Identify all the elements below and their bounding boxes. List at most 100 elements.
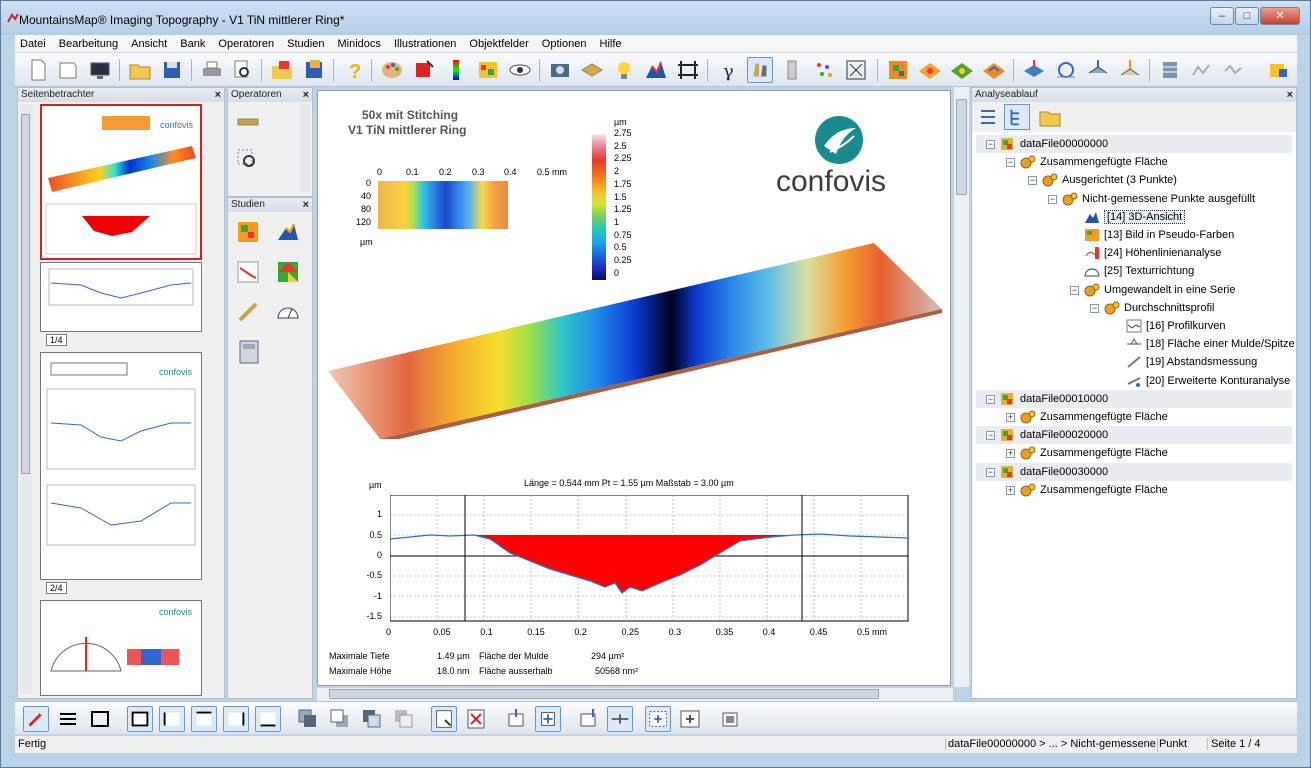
pen-icon[interactable] [23, 706, 49, 732]
help-icon[interactable]: ? [341, 57, 367, 83]
open-file-icon[interactable] [127, 57, 153, 83]
eye-icon[interactable] [507, 57, 533, 83]
particles-icon[interactable] [811, 57, 837, 83]
page-thumbnail-1b[interactable] [40, 262, 202, 332]
load-study-icon[interactable] [269, 57, 295, 83]
extract-area-icon[interactable] [675, 57, 701, 83]
expand-toggle[interactable]: − [1048, 194, 1057, 204]
marker-icon[interactable] [411, 57, 437, 83]
gamma-icon[interactable]: γ [715, 57, 741, 83]
expand-toggle[interactable]: + [1006, 449, 1015, 459]
scroll-thumb[interactable] [329, 689, 879, 699]
align-icon-b[interactable] [535, 706, 561, 732]
study-3d-icon-a[interactable] [917, 57, 943, 83]
surface-view-icon[interactable] [747, 57, 773, 83]
layer-icon[interactable] [579, 57, 605, 83]
expand-toggle[interactable]: − [986, 467, 995, 477]
save-icon[interactable] [159, 57, 185, 83]
align-icon-a[interactable] [503, 706, 529, 732]
lightbulb-icon[interactable] [611, 57, 637, 83]
page-thumbnail-3[interactable]: confovis [40, 600, 202, 696]
send-backward-icon[interactable] [391, 706, 417, 732]
new-document-icon[interactable] [25, 57, 51, 83]
monitor-icon[interactable] [87, 57, 113, 83]
menu-bearbeitung[interactable]: Bearbeitung [54, 35, 123, 53]
tree-node[interactable]: Ausgerichtet (3 Punkte) [1042, 172, 1177, 189]
pseudo-color-icon[interactable] [475, 57, 501, 83]
align-icon-c[interactable] [575, 706, 601, 732]
tree-node[interactable]: Umgewandelt in eine Serie [1084, 282, 1235, 299]
menu-bank[interactable]: Bank [175, 35, 210, 53]
tree-node[interactable]: [16] Profilkurven [1126, 318, 1225, 335]
palette-icon[interactable] [379, 57, 405, 83]
close-icon[interactable]: × [303, 198, 309, 212]
profile-tool-icon-a[interactable] [1189, 57, 1215, 83]
frame-icon[interactable] [87, 706, 113, 732]
menu-operatoren[interactable]: Operatoren [213, 35, 279, 53]
print-preview-icon[interactable] [229, 57, 255, 83]
page-thumbnail-1a[interactable]: confovis [40, 104, 202, 260]
study-3d-icon-c[interactable] [981, 57, 1007, 83]
grid-icon-a[interactable] [645, 706, 671, 732]
level-operator-icon[interactable] [236, 110, 260, 134]
new-page-icon[interactable] [55, 57, 81, 83]
bring-front-icon[interactable] [295, 706, 321, 732]
menu-datei[interactable]: Datei [15, 35, 51, 53]
expand-toggle[interactable]: − [1006, 158, 1015, 168]
profile-tool-icon-b[interactable] [1221, 57, 1247, 83]
border-top-icon[interactable] [191, 706, 217, 732]
tree-node[interactable]: [18] Fläche einer Mulde/Spitze [1126, 336, 1295, 353]
study-3d-icon-b[interactable] [949, 57, 975, 83]
tree-node[interactable]: [25] Texturrichtung [1084, 263, 1194, 280]
operators-scrollbar[interactable] [300, 104, 310, 192]
border-bottom-icon[interactable] [255, 706, 281, 732]
expand-toggle[interactable]: − [986, 431, 995, 441]
tree-node[interactable]: dataFile00010000 [1000, 391, 1108, 408]
zoom-operator-icon[interactable] [236, 148, 260, 172]
expand-toggle[interactable]: + [1006, 413, 1015, 422]
border-left-icon[interactable] [159, 706, 185, 732]
3d-view-study-icon[interactable] [276, 220, 300, 244]
menu-minidocs[interactable]: Minidocs [333, 35, 386, 53]
tree-node[interactable]: [19] Abstandsmessung [1126, 354, 1257, 371]
expand-toggle[interactable]: − [986, 394, 995, 404]
rotate-icon[interactable] [1053, 57, 1079, 83]
expand-toggle[interactable]: − [1090, 303, 1099, 313]
tree-node[interactable]: Zusammengefügte Fläche [1020, 482, 1168, 499]
study-color-map-icon[interactable] [885, 57, 911, 83]
send-back-icon[interactable] [327, 706, 353, 732]
level-icon[interactable] [1021, 57, 1047, 83]
border-right-icon[interactable] [223, 706, 249, 732]
expand-toggle[interactable]: − [1070, 285, 1079, 295]
document-vertical-scrollbar[interactable] [953, 87, 969, 687]
tree-node[interactable]: Durchschnittsprofil [1104, 300, 1214, 317]
menu-ansicht[interactable]: Ansicht [126, 35, 172, 53]
export-icon[interactable] [301, 57, 327, 83]
tree-node[interactable]: Nicht-gemessene Punkte ausgefüllt [1062, 191, 1255, 208]
camera-icon[interactable] [547, 57, 573, 83]
tree-node[interactable]: Zusammengefügte Fläche [1020, 154, 1168, 171]
minimize-button[interactable]: – [1210, 7, 1234, 25]
column-icon[interactable] [779, 57, 805, 83]
page-viewer-scrollbar[interactable] [20, 104, 32, 694]
expand-toggle[interactable]: + [1006, 485, 1015, 495]
tree-node[interactable]: [13] Bild in Pseudo-Farben [1084, 227, 1234, 244]
contour-study-icon[interactable] [276, 260, 300, 284]
tree-view-icon[interactable] [1004, 104, 1030, 130]
close-icon[interactable]: × [1287, 88, 1293, 102]
texture-direction-study-icon[interactable] [276, 300, 300, 324]
list-view-icon[interactable] [976, 105, 1000, 129]
tree-node[interactable]: [24] Höhenlinienanalyse [1084, 245, 1221, 262]
calculator-icon[interactable] [238, 340, 260, 364]
border-all-icon[interactable] [127, 706, 153, 732]
page-layout-icon[interactable] [431, 706, 457, 732]
tree-node[interactable]: Zusammengefügte Fläche [1020, 445, 1168, 462]
menu-objektfelder[interactable]: Objektfelder [464, 35, 533, 53]
3d-surface-icon[interactable] [643, 57, 669, 83]
more-tools-icon[interactable] [1265, 57, 1291, 83]
close-icon[interactable]: × [303, 88, 309, 102]
database-icon[interactable] [1157, 57, 1183, 83]
tree-node[interactable]: dataFile00030000 [1000, 464, 1108, 481]
bring-forward-icon[interactable] [359, 706, 385, 732]
page-thumbnail-2[interactable]: confovis [40, 352, 202, 580]
